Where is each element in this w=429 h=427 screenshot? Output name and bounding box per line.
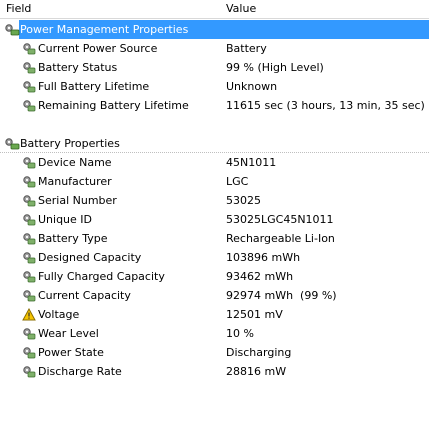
- battery-gear-icon: [23, 347, 36, 359]
- battery-gear-icon: [23, 271, 36, 283]
- battery-group-icon: [5, 24, 20, 36]
- battery-gear-icon: [23, 233, 36, 245]
- list-item-full-battery-lifetime[interactable]: Full Battery Lifetime Unknown: [0, 77, 429, 96]
- field-value: Unknown: [226, 80, 278, 93]
- warning-triangle-icon: [22, 308, 36, 321]
- field-label: Fully Charged Capacity: [38, 270, 165, 283]
- list-item-designed-capacity[interactable]: Designed Capacity 103896 mWh: [0, 248, 429, 267]
- battery-gear-icon: [23, 252, 36, 264]
- column-header-field[interactable]: Field: [6, 2, 31, 15]
- field-value: 12501 mV: [226, 308, 283, 321]
- list-item-battery-status[interactable]: Battery Status 99 % (High Level): [0, 58, 429, 77]
- field-label: Discharge Rate: [38, 365, 122, 378]
- battery-gear-icon: [23, 176, 36, 188]
- list-item-discharge-rate[interactable]: Discharge Rate 28816 mW: [0, 362, 429, 381]
- field-value: 11615 sec (3 hours, 13 min, 35 sec): [226, 99, 425, 112]
- field-label: Battery Status: [38, 61, 118, 74]
- battery-gear-icon: [23, 290, 36, 302]
- battery-gear-icon: [23, 366, 36, 378]
- list-item-voltage[interactable]: Voltage 12501 mV: [0, 305, 429, 324]
- field-value: 92974 mWh (99 %): [226, 289, 337, 302]
- list-item-current-capacity[interactable]: Current Capacity 92974 mWh (99 %): [0, 286, 429, 305]
- field-value: Rechargeable Li-Ion: [226, 232, 335, 245]
- field-value: 28816 mW: [226, 365, 287, 378]
- field-label: Current Capacity: [38, 289, 131, 302]
- section-title: Power Management Properties: [20, 23, 189, 36]
- battery-gear-icon: [23, 100, 36, 112]
- battery-gear-icon: [23, 328, 36, 340]
- field-value: 103896 mWh: [226, 251, 301, 264]
- field-value: 53025: [226, 194, 261, 207]
- field-label: Current Power Source: [38, 42, 158, 55]
- list-item-remaining-battery-lifetime[interactable]: Remaining Battery Lifetime 11615 sec (3 …: [0, 96, 429, 115]
- field-value: LGC: [226, 175, 249, 188]
- field-label: Manufacturer: [38, 175, 112, 188]
- section-power-management[interactable]: Power Management Properties: [0, 20, 429, 39]
- field-label: Power State: [38, 346, 104, 359]
- field-value: Battery: [226, 42, 267, 55]
- field-label: Full Battery Lifetime: [38, 80, 150, 93]
- field-value: Discharging: [226, 346, 292, 359]
- field-label: Battery Type: [38, 232, 108, 245]
- section-battery-properties[interactable]: Battery Properties: [0, 134, 429, 153]
- field-label: Wear Level: [38, 327, 99, 340]
- field-value: 10 %: [226, 327, 254, 340]
- list-item-current-power-source[interactable]: Current Power Source Battery: [0, 39, 429, 58]
- field-label: Remaining Battery Lifetime: [38, 99, 189, 112]
- field-label: Serial Number: [38, 194, 117, 207]
- battery-gear-icon: [23, 62, 36, 74]
- battery-group-icon: [5, 138, 20, 150]
- field-value: 99 % (High Level): [226, 61, 324, 74]
- field-value: 53025LGC45N1011: [226, 213, 334, 226]
- battery-gear-icon: [23, 43, 36, 55]
- battery-gear-icon: [23, 157, 36, 169]
- list-item-unique-id[interactable]: Unique ID 53025LGC45N1011: [0, 210, 429, 229]
- battery-gear-icon: [23, 195, 36, 207]
- list-item-fully-charged-capacity[interactable]: Fully Charged Capacity 93462 mWh: [0, 267, 429, 286]
- list-item-power-state[interactable]: Power State Discharging: [0, 343, 429, 362]
- list-item-wear-level[interactable]: Wear Level 10 %: [0, 324, 429, 343]
- field-value: 93462 mWh: [226, 270, 294, 283]
- list-item-manufacturer[interactable]: Manufacturer LGC: [0, 172, 429, 191]
- column-header-value[interactable]: Value: [226, 2, 256, 15]
- list-item-device-name[interactable]: Device Name 45N1011: [0, 153, 429, 172]
- field-label: Unique ID: [38, 213, 93, 226]
- battery-gear-icon: [23, 81, 36, 93]
- list-item-serial-number[interactable]: Serial Number 53025: [0, 191, 429, 210]
- field-value: 45N1011: [226, 156, 277, 169]
- battery-gear-icon: [23, 214, 36, 226]
- list-header: Field Value: [0, 0, 429, 19]
- section-title: Battery Properties: [20, 137, 120, 150]
- field-label: Device Name: [38, 156, 112, 169]
- field-label: Voltage: [38, 308, 80, 321]
- list-item-battery-type[interactable]: Battery Type Rechargeable Li-Ion: [0, 229, 429, 248]
- field-label: Designed Capacity: [38, 251, 142, 264]
